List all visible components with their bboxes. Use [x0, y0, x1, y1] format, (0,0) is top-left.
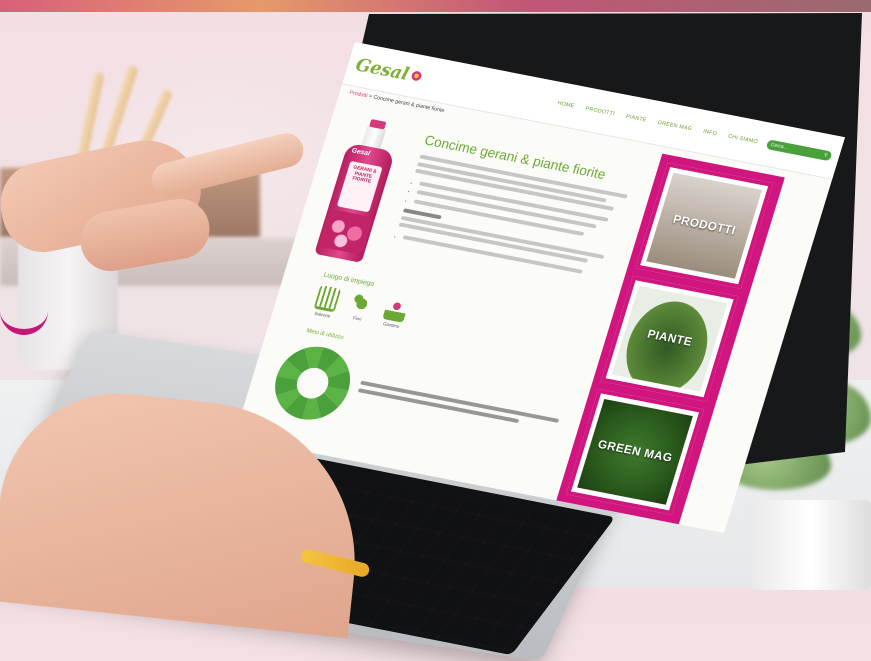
usage-item-fiori: Fiori: [345, 291, 376, 326]
breadcrumb-link[interactable]: Prodotti: [349, 90, 369, 99]
nav-item-chi-siamo[interactable]: CHI SIAMO: [727, 134, 758, 145]
background-top-strip: [0, 0, 871, 12]
plant-pot: [751, 500, 871, 590]
logo-text: Gesal: [353, 54, 412, 85]
tile-piante[interactable]: PIANTE: [600, 275, 739, 402]
nav-item-info[interactable]: INFO: [702, 129, 717, 137]
usage-title: Luogo di impiego: [322, 271, 375, 289]
balcony-icon: [313, 284, 342, 313]
usage-label: Giardino: [382, 321, 400, 330]
potted-plant-icon: [382, 298, 410, 323]
search-input[interactable]: Cerca... ⚲: [765, 139, 833, 162]
usage-icons: Balcone Fiori Giardino: [311, 284, 410, 332]
usage-label: Balcone: [314, 310, 331, 319]
flower-icon: [410, 70, 424, 82]
nav-item-green-mag[interactable]: GREEN MAG: [657, 120, 693, 132]
gesal-logo[interactable]: Gesal: [353, 54, 425, 87]
product-bottle-image: Gesal GERANI & PIANTE FIORITE: [312, 119, 403, 263]
tile-green-mag[interactable]: GREEN MAG: [566, 388, 704, 515]
flower-icon: [348, 291, 376, 317]
search-placeholder: Cerca...: [769, 141, 789, 151]
nav-item-home[interactable]: HOME: [557, 101, 575, 110]
nav-item-piante[interactable]: PIANTE: [625, 114, 647, 124]
months-wheel: [265, 340, 360, 426]
usage-label: Fiori: [352, 315, 363, 322]
nav-item-prodotti[interactable]: PRODOTTI: [585, 106, 616, 117]
months-note: [357, 380, 569, 435]
search-icon[interactable]: ⚲: [823, 152, 828, 158]
tile-prodotti[interactable]: PRODOTTI: [635, 162, 774, 289]
usage-item-giardino: Giardino: [379, 298, 410, 332]
months-title: Mesi di utilizzo: [305, 328, 345, 342]
usage-item-balcone: Balcone: [311, 284, 342, 319]
